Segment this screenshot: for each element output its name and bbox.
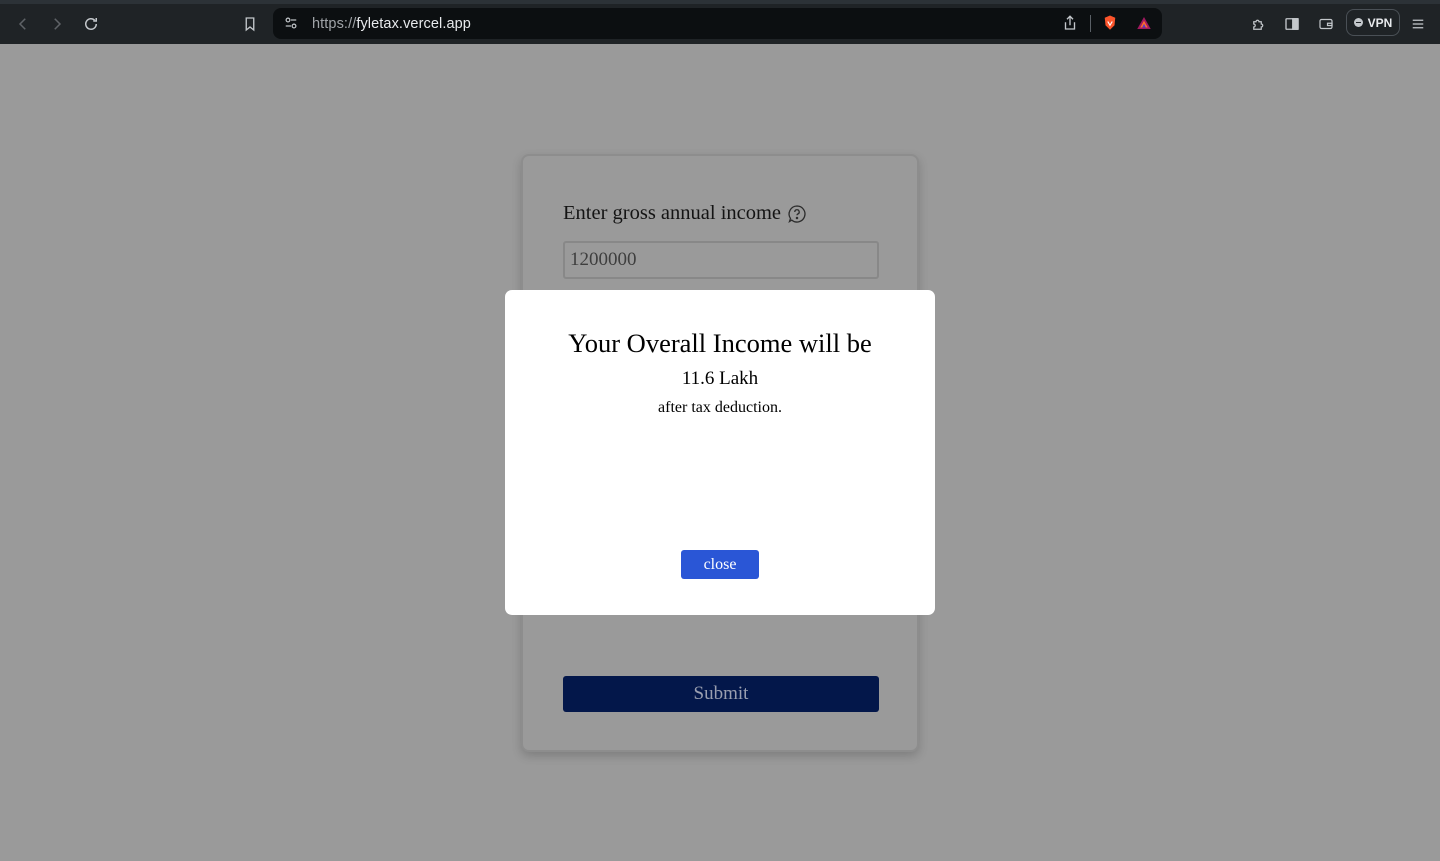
reload-icon[interactable] [77, 10, 105, 38]
net-income-amount: 11.6 Lakh [681, 368, 759, 389]
url-text: https://fyletax.vercel.app [312, 16, 471, 32]
divider [1090, 15, 1091, 32]
income-label-row: Enter gross annual income [563, 202, 807, 225]
submit-button[interactable]: Submit [563, 676, 879, 712]
url-host: fyletax.vercel.app [356, 15, 471, 32]
gross-income-input[interactable] [563, 241, 879, 279]
vpn-button[interactable]: VPN [1346, 9, 1400, 36]
menu-icon[interactable] [1404, 10, 1432, 38]
help-icon[interactable] [787, 204, 807, 224]
income-label: Enter gross annual income [563, 202, 782, 224]
extensions-icon[interactable] [1245, 10, 1273, 38]
site-settings-icon[interactable] [277, 9, 305, 37]
back-icon[interactable] [9, 10, 37, 38]
brave-shields-icon[interactable] [1096, 9, 1124, 37]
modal-subtitle: after tax deduction. [658, 399, 782, 416]
result-modal: Your Overall Income will be 11.6 Lakh af… [505, 290, 935, 615]
modal-title: Your Overall Income will be [568, 328, 872, 358]
vpn-label: VPN [1367, 15, 1393, 30]
brave-rewards-icon[interactable] [1130, 9, 1158, 37]
share-icon[interactable] [1056, 9, 1084, 37]
bookmark-icon[interactable] [236, 10, 264, 38]
address-bar[interactable]: https://fyletax.vercel.app [273, 8, 1162, 39]
sidebar-icon[interactable] [1278, 10, 1306, 38]
url-scheme: https:// [312, 15, 357, 32]
close-button[interactable]: close [681, 550, 759, 579]
wallet-icon[interactable] [1312, 10, 1340, 38]
vpn-status-icon [1353, 18, 1363, 27]
browser-toolbar: https://fyletax.vercel.app VPN [0, 0, 1440, 44]
forward-icon[interactable] [43, 10, 71, 38]
